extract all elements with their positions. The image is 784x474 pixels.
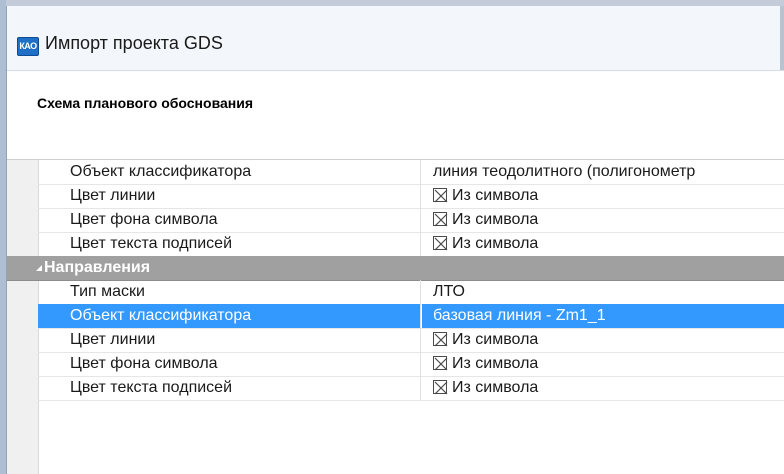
group-label: Направления bbox=[44, 259, 151, 276]
app-logo-icon: КАО bbox=[17, 37, 39, 56]
property-value-text: Из символа bbox=[452, 211, 539, 228]
property-value-text: Из символа bbox=[452, 235, 539, 252]
property-row[interactable]: Цвет текста подписей Из символа bbox=[38, 232, 784, 257]
property-value-text: Из символа bbox=[452, 355, 539, 372]
color-swatch-icon bbox=[433, 356, 448, 371]
property-value-text: Из символа bbox=[452, 187, 539, 204]
property-value[interactable]: линия теодолитного (полигонометр bbox=[422, 160, 784, 184]
property-name: Объект классификатора bbox=[38, 160, 421, 184]
property-name: Цвет линии bbox=[38, 328, 421, 352]
property-value[interactable]: Из символа bbox=[422, 208, 784, 232]
property-value[interactable]: ЛТО bbox=[422, 280, 784, 304]
color-swatch-icon bbox=[433, 332, 448, 347]
group-header-directions[interactable]: Направления bbox=[7, 256, 784, 281]
window-edge bbox=[780, 6, 784, 70]
color-swatch-icon bbox=[433, 212, 448, 227]
window-title: Импорт проекта GDS bbox=[45, 33, 223, 53]
property-row[interactable]: Цвет текста подписей Из символа bbox=[38, 376, 784, 401]
property-value-text: линия теодолитного (полигонометр bbox=[433, 163, 696, 180]
title-bar[interactable]: КАО Импорт проекта GDS bbox=[7, 6, 784, 71]
property-row[interactable]: Цвет линии Из символа bbox=[38, 328, 784, 353]
property-row[interactable]: Цвет линии Из символа bbox=[38, 184, 784, 209]
property-value[interactable]: базовая линия - Zm1_1 bbox=[422, 304, 784, 328]
property-name: Тип маски bbox=[38, 280, 421, 304]
property-name: Цвет фона символа bbox=[38, 352, 421, 376]
property-value[interactable]: Из символа bbox=[422, 352, 784, 376]
property-value-text: ЛТО bbox=[433, 283, 465, 300]
section-title: Схема планового обоснования bbox=[37, 95, 254, 111]
property-name: Объект классификатора bbox=[38, 304, 421, 328]
property-value[interactable]: Из символа bbox=[422, 232, 784, 256]
property-row[interactable]: Объект классификатора линия теодолитного … bbox=[38, 160, 784, 185]
property-value-text: Из символа bbox=[452, 331, 539, 348]
property-name: Цвет линии bbox=[38, 184, 421, 208]
property-value-text: Из символа bbox=[452, 379, 539, 396]
property-value[interactable]: Из символа bbox=[422, 376, 784, 400]
property-name: Цвет фона символа bbox=[38, 208, 421, 232]
property-value-text: базовая линия - Zm1_1 bbox=[433, 307, 606, 324]
color-swatch-icon bbox=[433, 188, 448, 203]
property-name: Цвет текста подписей bbox=[38, 232, 421, 256]
property-value[interactable]: Из символа bbox=[422, 184, 784, 208]
property-row[interactable]: Цвет фона символа Из символа bbox=[38, 208, 784, 233]
color-swatch-icon bbox=[433, 236, 448, 251]
color-swatch-icon bbox=[433, 380, 448, 395]
property-row[interactable]: Тип маски ЛТО bbox=[38, 280, 784, 305]
property-grid: Объект классификатора линия теодолитного … bbox=[7, 160, 784, 474]
expand-triangle-icon[interactable] bbox=[36, 265, 42, 271]
property-row[interactable]: Объект классификатора базовая линия - Zm1… bbox=[38, 304, 784, 329]
import-dialog: КАО Импорт проекта GDS Схема планового о… bbox=[6, 6, 784, 474]
header-panel: Схема планового обоснования bbox=[7, 71, 784, 160]
property-value[interactable]: Из символа bbox=[422, 328, 784, 352]
grid-margin bbox=[7, 160, 39, 474]
property-row[interactable]: Цвет фона символа Из символа bbox=[38, 352, 784, 377]
property-name: Цвет текста подписей bbox=[38, 376, 421, 400]
